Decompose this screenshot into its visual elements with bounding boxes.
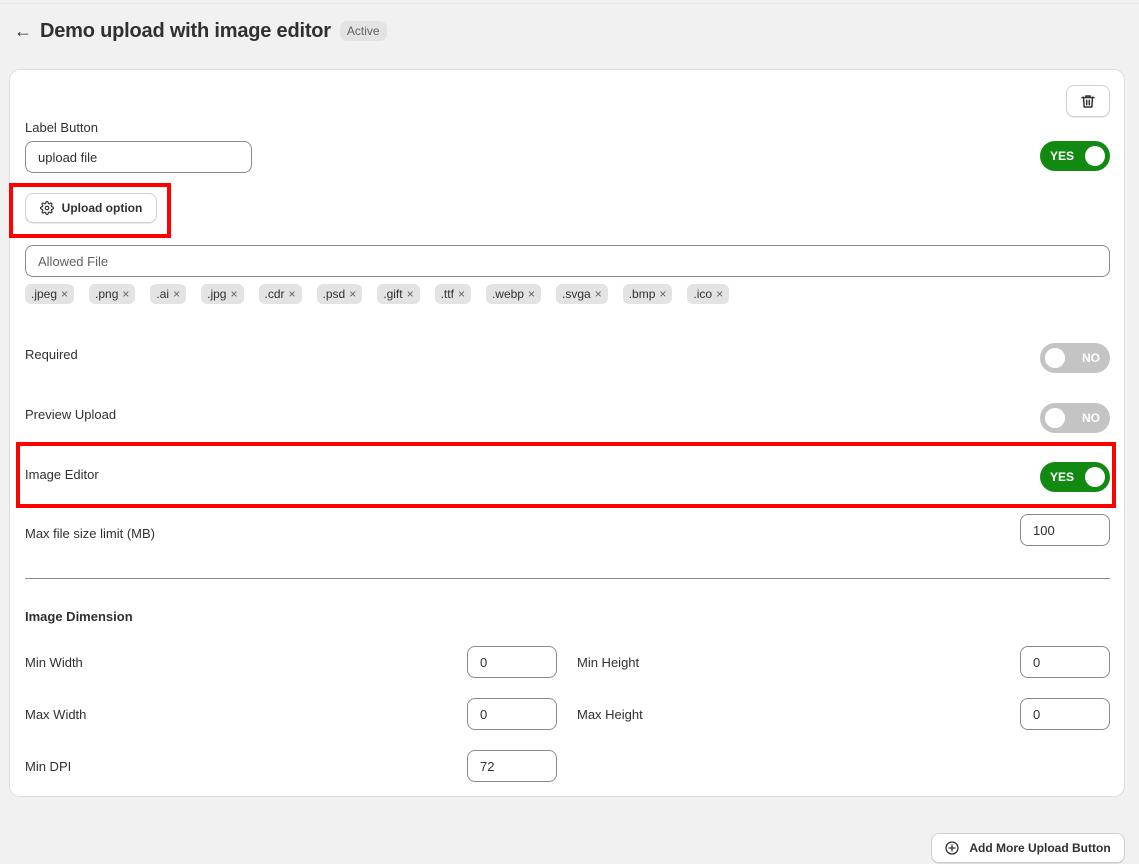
toggle-text: NO <box>1082 351 1100 365</box>
file-type-tag: .svga × <box>556 284 608 304</box>
file-type-tag: .jpeg × <box>25 284 75 304</box>
toggle-text: YES <box>1050 470 1075 484</box>
max-width-label: Max Width <box>25 707 87 722</box>
max-width-input[interactable]: 0 <box>467 698 557 730</box>
remove-tag-icon[interactable]: × <box>659 287 666 301</box>
add-more-upload-button[interactable]: Add More Upload Button <box>931 833 1125 863</box>
toggle-text: YES <box>1050 149 1075 163</box>
file-type-tag: .cdr × <box>258 284 302 304</box>
remove-tag-icon[interactable]: × <box>61 287 68 301</box>
min-width-input[interactable]: 0 <box>467 646 557 678</box>
remove-tag-icon[interactable]: × <box>173 287 180 301</box>
max-file-size-input[interactable]: 100 <box>1020 514 1110 546</box>
remove-tag-icon[interactable]: × <box>716 287 723 301</box>
file-type-tag: .jpg × <box>201 284 244 304</box>
min-height-input[interactable]: 0 <box>1020 646 1110 678</box>
page-header: ← Demo upload with image editor Active <box>14 18 387 44</box>
top-border <box>0 0 1139 4</box>
label-button-input[interactable]: upload file <box>25 141 252 173</box>
gear-icon <box>39 201 54 215</box>
max-height-label: Max Height <box>577 707 643 722</box>
toggle-knob <box>1085 146 1105 166</box>
image-editor-toggle[interactable]: YES <box>1040 462 1110 492</box>
remove-tag-icon[interactable]: × <box>458 287 465 301</box>
label-button-toggle[interactable]: YES <box>1040 141 1110 171</box>
min-dpi-label: Min DPI <box>25 759 72 774</box>
plus-circle-icon <box>945 841 959 855</box>
delete-button[interactable] <box>1066 85 1110 117</box>
allowed-file-tags: .jpeg × .png × .ai × .jpg × .cdr × .psd × .gif… <box>25 284 744 304</box>
file-type-tag: .psd × <box>316 284 363 304</box>
file-type-tag: .webp × <box>485 284 541 304</box>
upload-option-button[interactable]: Upload option <box>25 193 157 223</box>
file-type-tag: .ai × <box>150 284 187 304</box>
toggle-knob <box>1085 467 1105 487</box>
preview-upload-toggle[interactable]: NO <box>1040 403 1110 433</box>
highlight-box-image-editor <box>16 442 1116 508</box>
min-width-label: Min Width <box>25 655 83 670</box>
preview-upload-label: Preview Upload <box>25 407 117 422</box>
file-type-tag: .ttf × <box>434 284 471 304</box>
required-toggle[interactable]: NO <box>1040 343 1110 373</box>
image-editor-label: Image Editor <box>25 467 99 482</box>
upload-settings-card: Label Button upload file YES Upload opti… <box>9 69 1125 797</box>
remove-tag-icon[interactable]: × <box>230 287 237 301</box>
remove-tag-icon[interactable]: × <box>122 287 129 301</box>
arrow-left-icon[interactable]: ← <box>14 22 34 40</box>
min-height-label: Min Height <box>577 655 640 670</box>
section-divider <box>25 578 1110 579</box>
label-button-label: Label Button <box>25 120 99 135</box>
upload-option-label: Upload option <box>61 201 143 215</box>
file-type-tag: .gift × <box>377 284 420 304</box>
remove-tag-icon[interactable]: × <box>407 287 414 301</box>
toggle-text: NO <box>1082 411 1100 425</box>
remove-tag-icon[interactable]: × <box>595 287 602 301</box>
toggle-knob <box>1045 348 1065 368</box>
file-type-tag: .ico × <box>687 284 730 304</box>
file-type-tag: .bmp × <box>622 284 673 304</box>
image-dimension-heading: Image Dimension <box>25 609 133 624</box>
status-badge: Active <box>339 21 387 41</box>
toggle-knob <box>1045 408 1065 428</box>
min-dpi-input[interactable]: 72 <box>467 750 557 782</box>
allowed-file-input[interactable]: Allowed File <box>25 245 1110 277</box>
trash-icon <box>1081 94 1095 108</box>
remove-tag-icon[interactable]: × <box>528 287 535 301</box>
max-file-size-label: Max file size limit (MB) <box>25 526 156 541</box>
file-type-tag: .png × <box>89 284 136 304</box>
required-label: Required <box>25 347 78 362</box>
allowed-file-placeholder: Allowed File <box>38 253 109 269</box>
max-height-input[interactable]: 0 <box>1020 698 1110 730</box>
page-title: Demo upload with image editor <box>40 19 331 42</box>
remove-tag-icon[interactable]: × <box>349 287 356 301</box>
remove-tag-icon[interactable]: × <box>289 287 296 301</box>
add-more-upload-label: Add More Upload Button <box>969 841 1111 855</box>
